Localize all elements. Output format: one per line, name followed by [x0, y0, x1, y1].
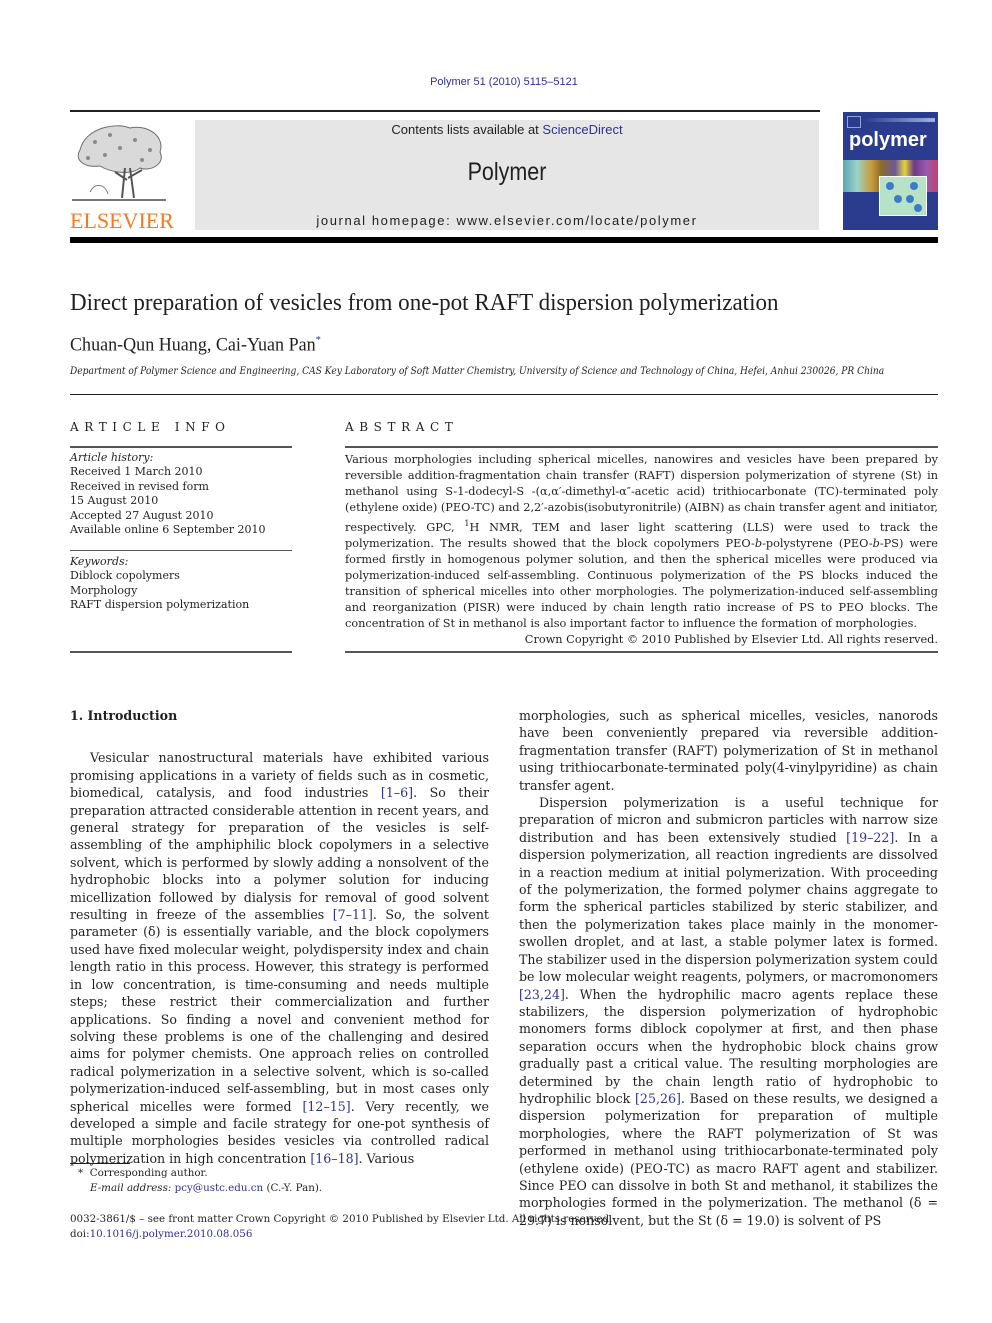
cover-stripe: [865, 118, 935, 122]
abstract-bottom-rule: [345, 651, 938, 653]
cover-vesicle-dot: [914, 204, 922, 212]
elsevier-logo[interactable]: ELSEVIER: [70, 120, 174, 233]
abstract-rule: [345, 446, 938, 448]
article-info-heading: ARTICLE INFO: [70, 420, 231, 434]
journal-homepage-link[interactable]: journal homepage: www.elsevier.com/locat…: [195, 213, 819, 228]
keywords-rule: [70, 550, 292, 551]
doi-link[interactable]: 10.1016/j.polymer.2010.08.056: [90, 1228, 253, 1240]
text-segment: . So, the solvent parameter (δ) is essen…: [70, 907, 489, 1114]
page-footer: 0032-3861/$ – see front matter Crown Cop…: [70, 1212, 612, 1242]
article-authors: Chuan-Qun Huang, Cai-Yuan Pan*: [70, 334, 321, 356]
article-info-bottom-rule: [70, 651, 292, 653]
header-rule: [70, 110, 820, 112]
text-segment: . Various: [358, 1150, 415, 1166]
keywords-label: Keywords:: [70, 555, 129, 568]
text-segment: . Based on these results, we designed a …: [519, 1090, 938, 1228]
elsevier-wordmark: ELSEVIER: [70, 208, 174, 233]
article-info-rule: [70, 446, 292, 448]
abstract-text: Various morphologies including spherical…: [345, 452, 938, 648]
history-item: Received 1 March 2010: [70, 465, 203, 479]
email-link[interactable]: pcy@ustc.edu.cn: [175, 1182, 264, 1194]
abstract-italic: b: [754, 536, 763, 550]
author-names[interactable]: Chuan-Qun Huang, Cai-Yuan Pan: [70, 334, 316, 355]
title-rule: [70, 394, 938, 395]
abstract-copyright: Crown Copyright © 2010 Published by Else…: [524, 632, 938, 646]
footnote-mark: *: [78, 1167, 84, 1179]
email-label: E-mail address:: [90, 1182, 172, 1194]
section-heading-introduction: 1. Introduction: [70, 708, 178, 723]
doi-label: doi:: [70, 1228, 90, 1240]
email-suffix: (C.-Y. Pan).: [263, 1182, 323, 1194]
email-line: E-mail address: pcy@ustc.edu.cn (C.-Y. P…: [78, 1181, 322, 1196]
keyword-item: RAFT dispersion polymerization: [70, 598, 250, 612]
corresponding-author-mark[interactable]: *: [316, 334, 321, 346]
reference-link[interactable]: [25,26]: [635, 1091, 681, 1106]
corresponding-author-note: * Corresponding author.: [78, 1166, 322, 1181]
intro-paragraph-1: Vesicular nanostructural materials have …: [70, 749, 489, 1167]
reference-link[interactable]: [1–6]: [381, 785, 413, 800]
keyword-item: Morphology: [70, 583, 138, 597]
keyword-item: Diblock copolymers: [70, 569, 180, 583]
doi-line: doi:10.1016/j.polymer.2010.08.056: [70, 1227, 612, 1242]
sciencedirect-link[interactable]: ScienceDirect: [542, 122, 622, 137]
reference-link[interactable]: [16–18]: [310, 1151, 358, 1166]
reference-link[interactable]: [7–11]: [333, 907, 373, 922]
contents-prefix: Contents lists available at: [391, 122, 543, 137]
contents-line: Contents lists available at ScienceDirec…: [195, 122, 819, 137]
article-history-label: Article history:: [70, 451, 154, 464]
abstract-italic: b: [872, 536, 880, 550]
cover-vesicle-dot: [906, 195, 914, 203]
intro-paragraph-1-continued: morphologies, such as spherical micelles…: [519, 708, 938, 793]
article-title: Direct preparation of vesicles from one-…: [70, 290, 779, 316]
footnote: * Corresponding author. E-mail address: …: [78, 1166, 322, 1196]
cover-publisher-badge-icon: [847, 116, 861, 128]
journal-name: Polymer: [467, 158, 547, 186]
cover-vesicle-dot: [894, 195, 902, 203]
elsevier-tree-icon: [72, 125, 166, 201]
journal-banner: Contents lists available at ScienceDirec…: [195, 120, 819, 230]
abstract-segment: -polystyrene (PEO-: [762, 536, 873, 550]
history-item: Received in revised form: [70, 479, 209, 493]
journal-citation[interactable]: Polymer 51 (2010) 5115–5121: [0, 76, 992, 88]
intro-paragraph-2: Dispersion polymerization is a useful te…: [519, 794, 938, 1229]
history-item: Accepted 27 August 2010: [70, 508, 214, 522]
reference-link[interactable]: [12–15]: [303, 1099, 351, 1114]
cover-micrograph-panel: [879, 176, 927, 216]
text-segment: . When the hydrophilic macro agents repl…: [519, 986, 938, 1106]
cover-vesicle-dot: [910, 182, 918, 190]
keywords: Keywords: Diblock copolymers Morphology …: [70, 555, 249, 613]
journal-cover-image[interactable]: polymer: [843, 112, 938, 230]
reference-link[interactable]: [23,24]: [519, 987, 565, 1002]
article-history: Article history: Received 1 March 2010 R…: [70, 451, 266, 537]
text-segment: . So their preparation attracted conside…: [70, 785, 489, 923]
body-column-right: morphologies, such as spherical micelles…: [519, 707, 938, 1229]
abstract-heading: ABSTRACT: [345, 420, 459, 434]
reference-link[interactable]: [19–22]: [846, 830, 894, 845]
abstract-segment: -PS) were formed firstly in homogenous p…: [345, 536, 938, 630]
text-segment: . In a dispersion polymerization, all re…: [519, 829, 938, 985]
issn-line: 0032-3861/$ – see front matter Crown Cop…: [70, 1213, 613, 1225]
history-item: 15 August 2010: [70, 494, 159, 508]
footnote-text: Corresponding author.: [89, 1167, 208, 1179]
body-column-left: 1. Introduction Vesicular nanostructural…: [70, 707, 489, 1167]
cover-title: polymer: [849, 129, 927, 151]
cover-vesicle-dot: [886, 182, 894, 190]
author-affiliation: Department of Polymer Science and Engine…: [70, 366, 885, 377]
footnote-rule: [70, 1163, 130, 1164]
history-item: Available online 6 September 2010: [70, 523, 266, 537]
header-thick-rule: [70, 237, 938, 243]
